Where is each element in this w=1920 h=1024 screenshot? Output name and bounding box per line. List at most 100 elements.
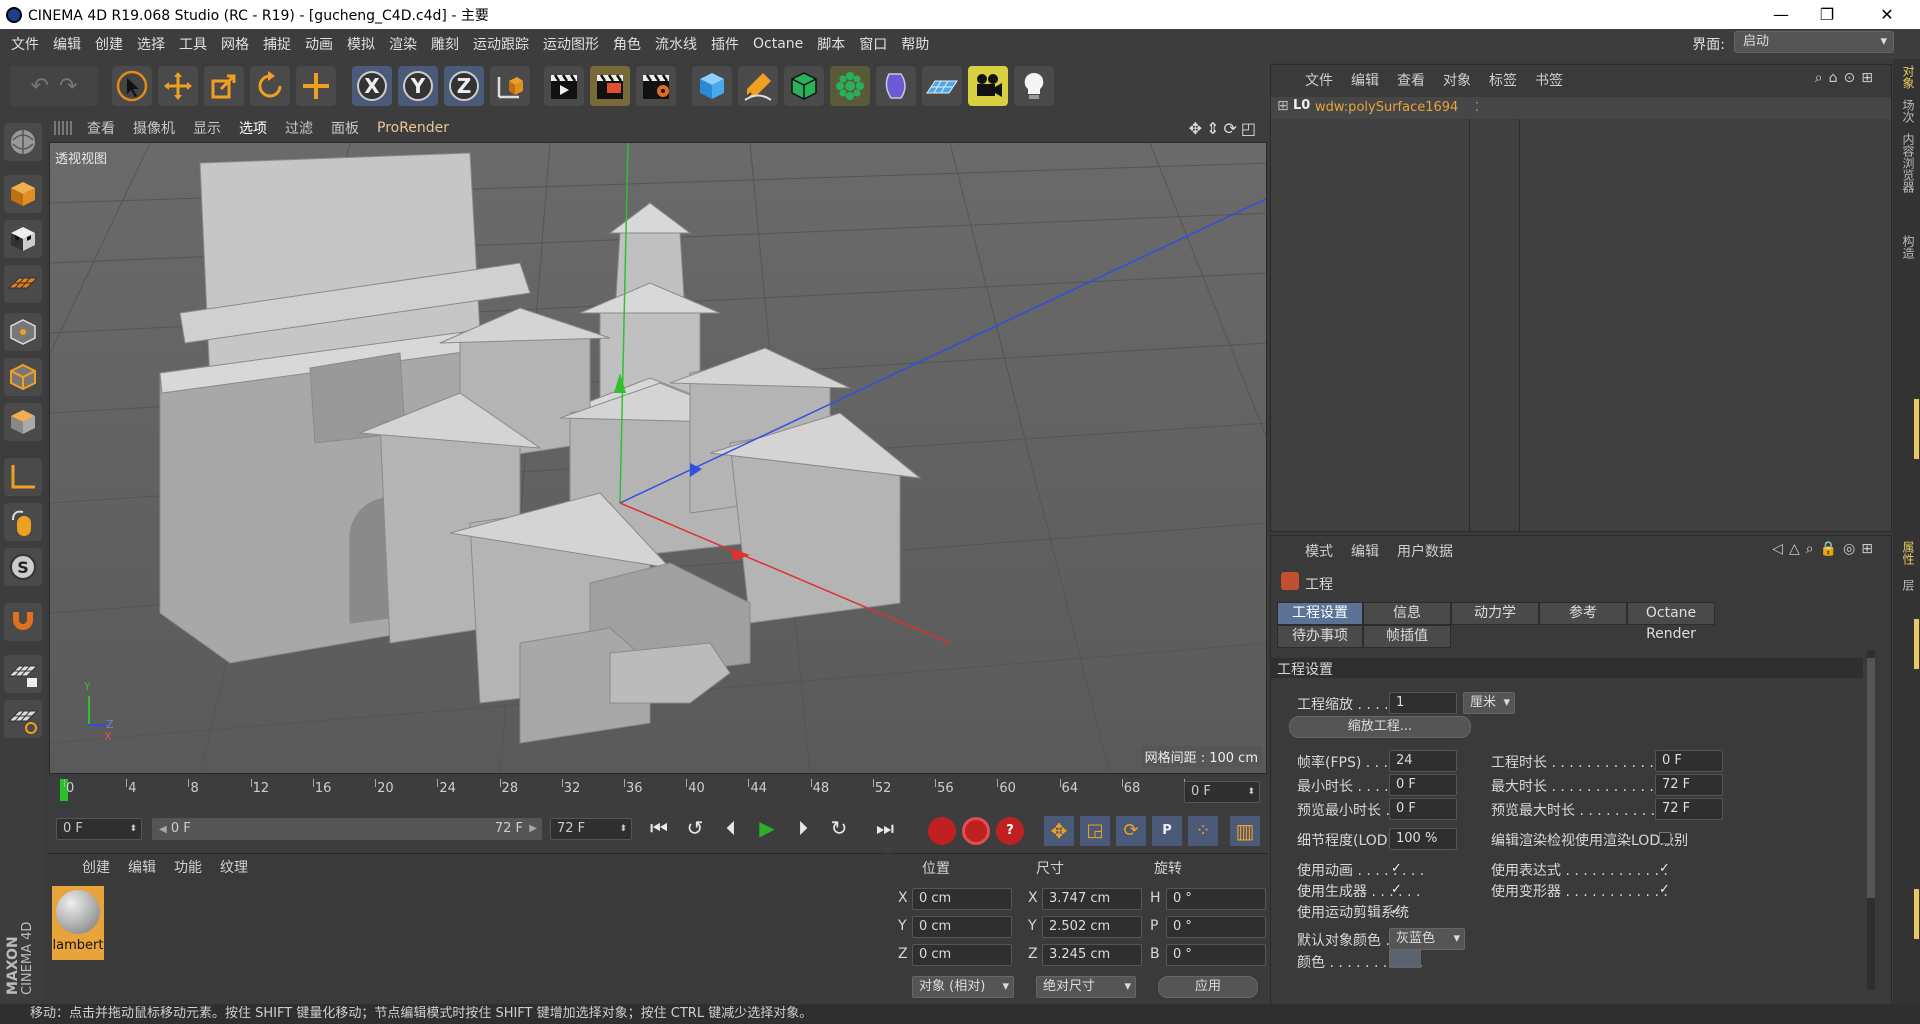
project-scale-field[interactable]: 1 — [1389, 692, 1457, 714]
menu-pipeline[interactable]: 流水线 — [648, 34, 704, 54]
undo-icon[interactable]: ↶ — [31, 74, 49, 99]
key-position-icon[interactable]: ✥ — [1044, 816, 1074, 846]
use-animation-checkbox[interactable]: ✓ — [1391, 862, 1405, 876]
side-tab-layers[interactable]: 层 — [1897, 579, 1917, 591]
menu-create[interactable]: 创建 — [88, 34, 130, 54]
side-tab-takes[interactable]: 场次 — [1897, 99, 1917, 123]
tab-info[interactable]: 信息 — [1363, 602, 1451, 625]
side-tab-attributes[interactable]: 属性 — [1897, 541, 1917, 565]
drag-handle-icon[interactable] — [54, 121, 72, 135]
tweak-mode-button[interactable] — [4, 503, 42, 541]
planar-workplane-button[interactable] — [4, 700, 42, 738]
render-view-button[interactable] — [544, 66, 584, 106]
object-row[interactable]: ⊞ L0 wdw:polySurface1694 ⁚ — [1271, 97, 1891, 119]
scale-tool-button[interactable] — [204, 66, 244, 106]
rotation-b-field[interactable]: 0 ° — [1166, 944, 1266, 966]
size-mode-dropdown[interactable]: 绝对尺寸 ▾ — [1036, 976, 1136, 998]
tab-todo[interactable]: 待办事项 — [1277, 625, 1363, 648]
go-to-end-icon[interactable]: ⏭ — [870, 816, 900, 840]
tab-reference[interactable]: 参考 — [1539, 602, 1627, 625]
viewport-menu-options[interactable]: 选项 — [230, 118, 276, 138]
obj-menu-tags[interactable]: 标签 — [1489, 70, 1517, 90]
preview-range-slider[interactable]: ◀ 0 F 72 F ▶ — [152, 818, 542, 840]
tab-dynamics[interactable]: 动力学 — [1451, 602, 1539, 625]
menu-render[interactable]: 渲染 — [382, 34, 424, 54]
cloner-button[interactable] — [830, 66, 870, 106]
position-z-field[interactable]: 0 cm — [912, 944, 1012, 966]
apply-button[interactable]: 应用 — [1158, 976, 1258, 998]
snap-button[interactable] — [4, 603, 42, 641]
recent-tool-button[interactable] — [296, 66, 336, 106]
model-mode-button[interactable] — [4, 175, 42, 213]
default-color-dropdown[interactable]: 灰蓝色 ▾ — [1389, 928, 1465, 950]
use-generators-checkbox[interactable]: ✓ — [1391, 883, 1405, 897]
menu-mesh[interactable]: 网格 — [214, 34, 256, 54]
pen-spline-button[interactable] — [738, 66, 778, 106]
attr-menu-edit[interactable]: 编辑 — [1351, 541, 1379, 561]
subdivision-button[interactable] — [784, 66, 824, 106]
menu-simulate[interactable]: 模拟 — [340, 34, 382, 54]
close-button[interactable]: ✕ — [1864, 0, 1910, 29]
current-frame-field[interactable]: 0 F ⬍ — [1184, 781, 1260, 803]
project-scale-unit-dropdown[interactable]: 厘米 ▾ — [1463, 692, 1515, 714]
range-left-arrow-icon[interactable]: ◀ — [159, 824, 167, 835]
help-key-icon[interactable]: ? — [996, 817, 1024, 845]
attr-menu-mode[interactable]: 模式 — [1305, 541, 1333, 561]
timeline-ruler[interactable]: 04812162024283236404448525660646872 0 F⬍ — [48, 777, 1268, 807]
texture-mode-button[interactable] — [4, 220, 42, 258]
previous-frame-icon[interactable]: ⏴ — [716, 816, 746, 840]
menu-plugins[interactable]: 插件 — [704, 34, 746, 54]
obj-menu-view[interactable]: 查看 — [1397, 70, 1425, 90]
y-axis-lock-button[interactable]: Y — [398, 66, 438, 106]
menu-script[interactable]: 脚本 — [810, 34, 852, 54]
tab-interpolation[interactable]: 帧插值 — [1363, 625, 1451, 648]
scrollbar[interactable] — [1867, 650, 1875, 990]
coordinate-mode-dropdown[interactable]: 对象 (相对) ▾ — [912, 976, 1014, 998]
menu-sculpt[interactable]: 雕刻 — [424, 34, 466, 54]
viewport-menu-view[interactable]: 查看 — [78, 118, 124, 138]
camera-button[interactable] — [968, 66, 1008, 106]
menu-edit[interactable]: 编辑 — [46, 34, 88, 54]
size-z-field[interactable]: 3.245 cm — [1042, 944, 1142, 966]
axis-mode-button[interactable] — [4, 458, 42, 496]
record-key-icon[interactable] — [928, 817, 956, 845]
render-region-button[interactable] — [590, 66, 630, 106]
viewport-menu-camera[interactable]: 摄像机 — [124, 118, 184, 138]
x-axis-lock-button[interactable]: X — [352, 66, 392, 106]
perspective-viewport[interactable]: 透视视图 网格间距 : 100 cm Y Z X — [49, 142, 1267, 774]
min-time-field[interactable]: 0 F — [1389, 774, 1457, 796]
play-icon[interactable]: ▶ — [752, 816, 782, 840]
menu-tools[interactable]: 工具 — [172, 34, 214, 54]
maximize-button[interactable]: ❐ — [1804, 0, 1850, 29]
menu-window[interactable]: 窗口 — [852, 34, 894, 54]
preview-min-field[interactable]: 0 F — [1389, 798, 1457, 820]
z-axis-lock-button[interactable]: Z — [444, 66, 484, 106]
viewport-menu-display[interactable]: 显示 — [184, 118, 230, 138]
material-swatch-lambert[interactable]: lambert — [52, 886, 104, 960]
menu-help[interactable]: 帮助 — [894, 34, 936, 54]
points-mode-button[interactable] — [4, 313, 42, 351]
next-key-icon[interactable]: ↻ — [824, 816, 854, 840]
viewport-menu-prorender[interactable]: ProRender — [368, 120, 458, 136]
attr-menu-userdata[interactable]: 用户数据 — [1397, 541, 1453, 561]
menu-snap[interactable]: 捕捉 — [256, 34, 298, 54]
floor-button[interactable] — [922, 66, 962, 106]
make-editable-button[interactable] — [4, 123, 42, 161]
position-x-field[interactable]: 0 cm — [912, 888, 1012, 910]
size-x-field[interactable]: 3.747 cm — [1042, 888, 1142, 910]
layout-select[interactable]: 启动 ▾ — [1734, 31, 1894, 53]
timeline-window-icon[interactable]: ▥ — [1230, 816, 1260, 846]
cube-button[interactable] — [692, 66, 732, 106]
key-points-icon[interactable]: ⁘ — [1188, 816, 1218, 846]
solo-mode-button[interactable]: S — [4, 548, 42, 586]
range-right-arrow-icon[interactable]: ▶ — [529, 819, 537, 839]
material-menu-edit[interactable]: 编辑 — [128, 857, 156, 877]
workplane-button[interactable] — [4, 265, 42, 303]
tab-project-settings[interactable]: 工程设置 — [1277, 602, 1363, 625]
rotation-h-field[interactable]: 0 ° — [1166, 888, 1266, 910]
expand-icon[interactable]: ⊞ — [1277, 98, 1289, 114]
menu-motion-tracking[interactable]: 运动跟踪 — [466, 34, 536, 54]
viewport-menu-panel[interactable]: 面板 — [322, 118, 368, 138]
start-frame-field[interactable]: 0 F ⬍ — [56, 818, 142, 840]
fps-field[interactable]: 24 — [1389, 750, 1457, 772]
